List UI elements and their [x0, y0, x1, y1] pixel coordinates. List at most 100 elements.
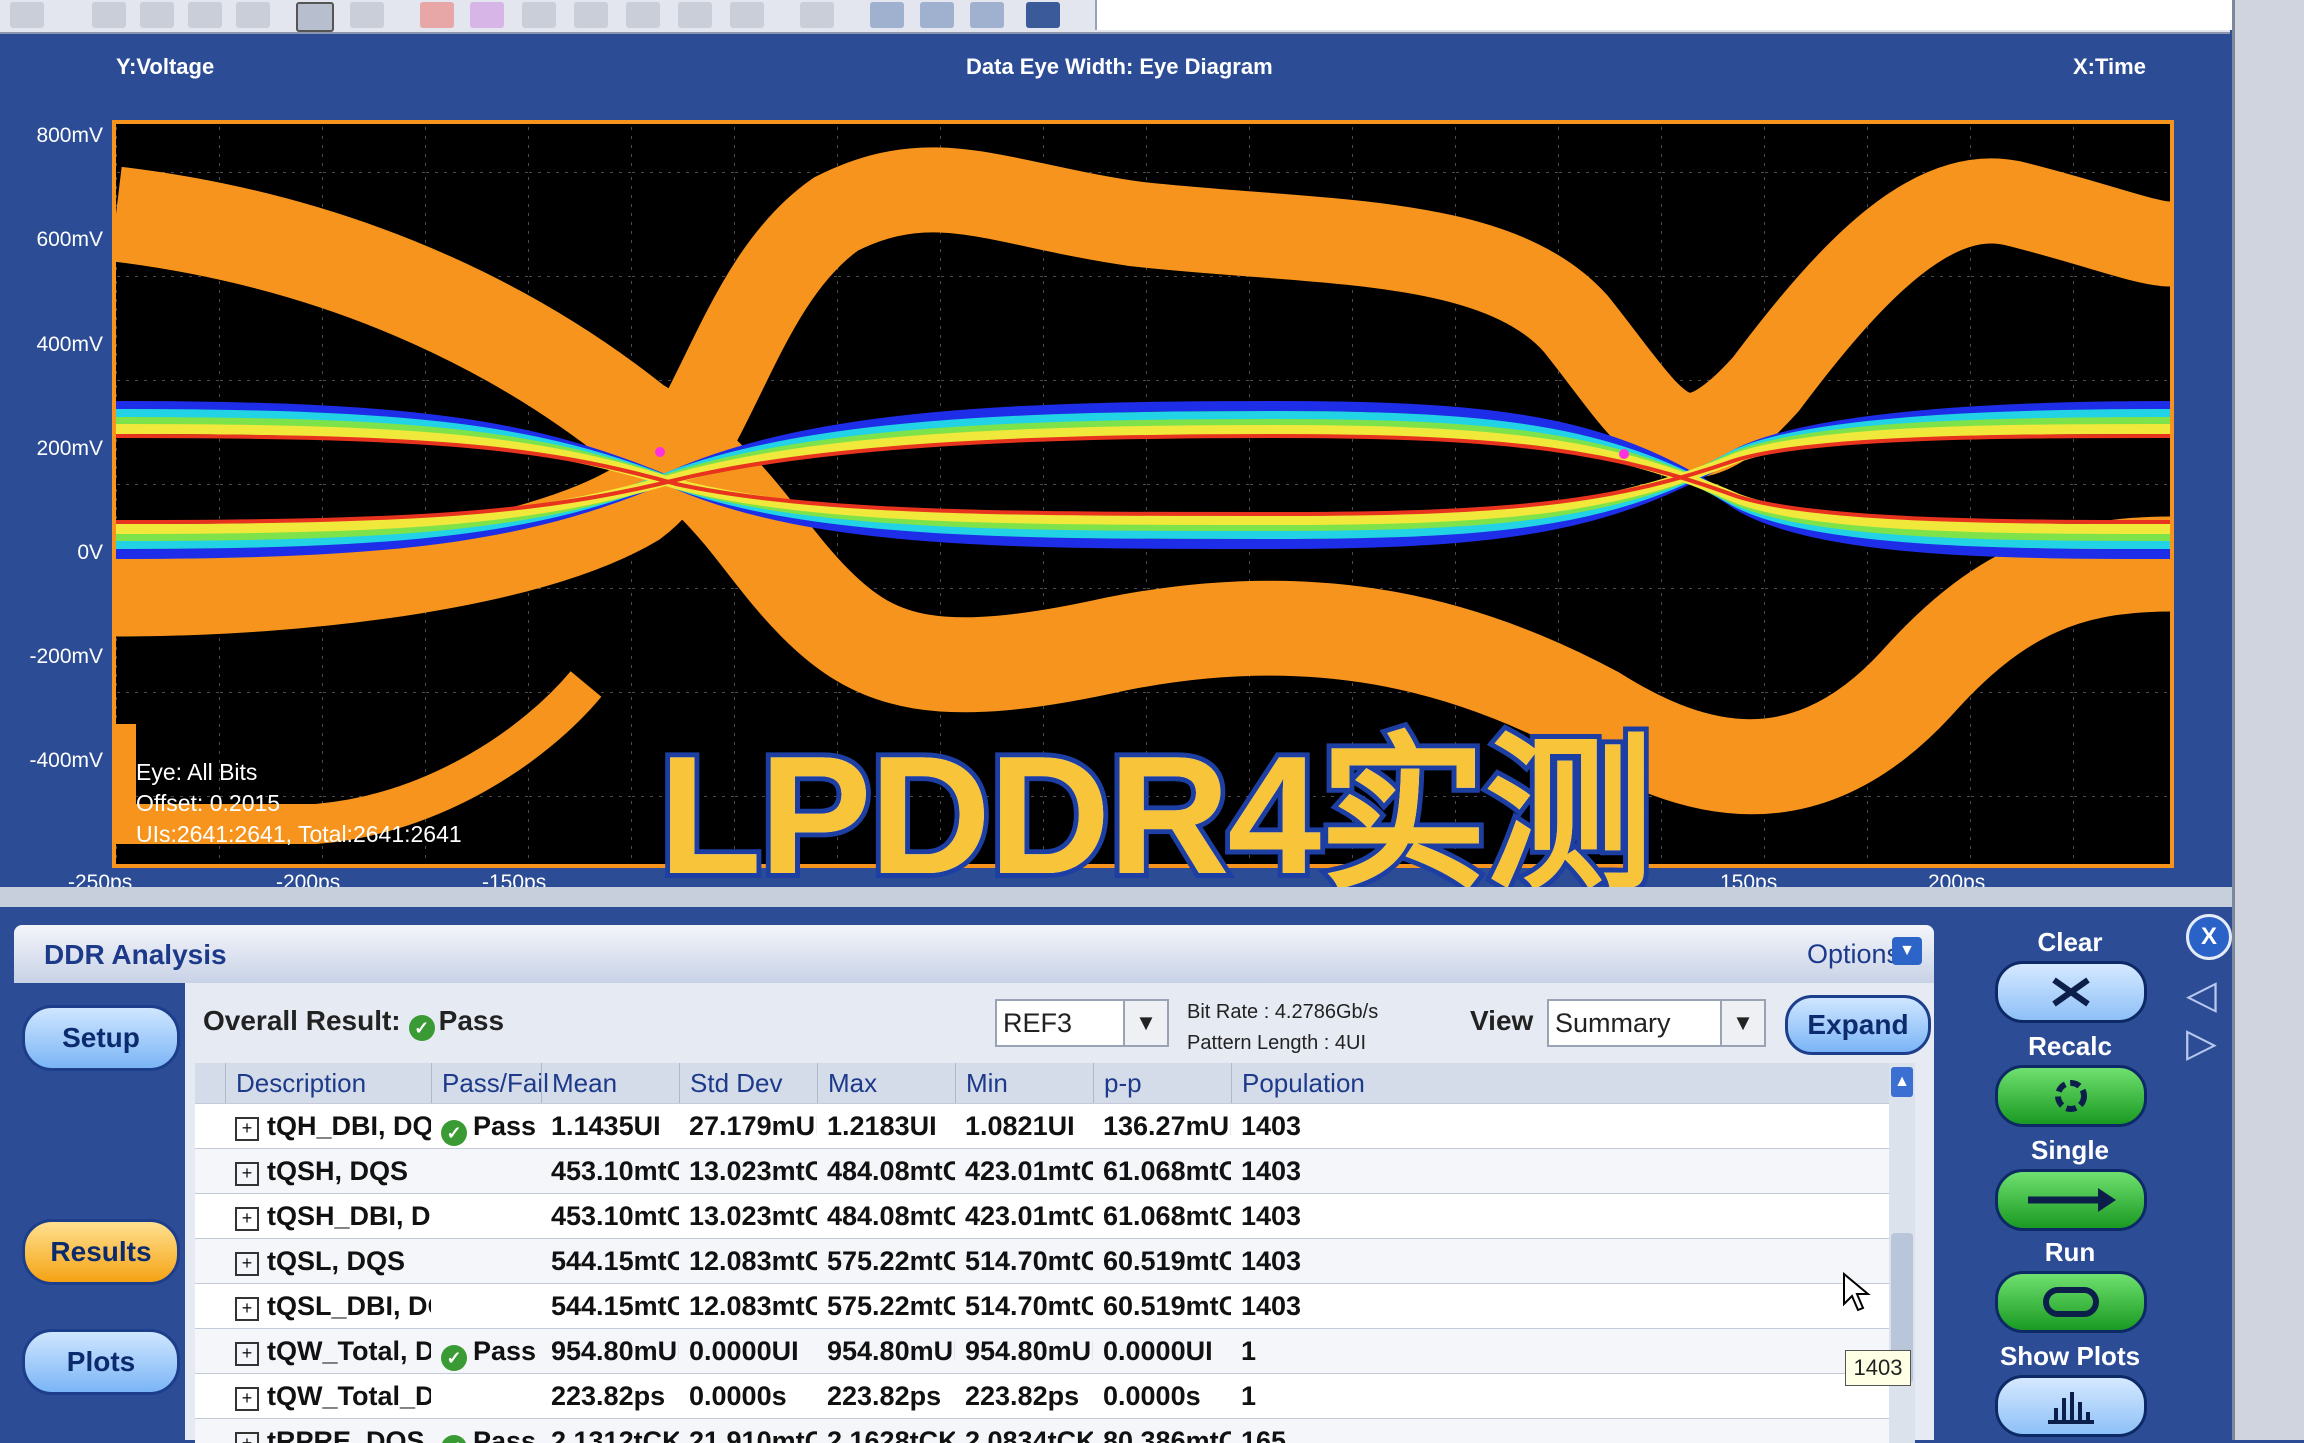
results-button[interactable]: Results [22, 1219, 180, 1285]
cell-description: + tQSL_DBI, DQS [225, 1284, 431, 1329]
cell-min: 2.0834tCK/a [965, 1426, 1093, 1443]
table-header: Description Pass/Fail Mean Std Dev Max M… [195, 1063, 1915, 1103]
bit-rate: Bit Rate : 4.2786Gb/s [1187, 1001, 1379, 1023]
table-row[interactable]: + tQSH, DQS 453.10mtCK... 13.023mtCK... 484.… [195, 1148, 1915, 1194]
overall-result: Overall Result: ✓ Pass [203, 1005, 504, 1041]
plot-tool-2-icon[interactable] [574, 2, 608, 28]
col-header-mean[interactable]: Mean [541, 1063, 679, 1103]
zoom-box-icon[interactable] [296, 2, 334, 32]
cell-std-dev: 13.023mtCK... [689, 1201, 817, 1231]
chevron-down-icon[interactable]: ▼ [1720, 1001, 1764, 1045]
col-header-description[interactable]: Description [225, 1063, 431, 1103]
cell-p-p: 61.068mtCK... [1103, 1201, 1231, 1231]
histogram-icon[interactable] [420, 2, 454, 28]
table-row[interactable]: + tQW_Total_DBI, DQ... 223.82ps 0.0000s 223.… [195, 1373, 1915, 1419]
pass-check-icon: ✓ [408, 1015, 435, 1041]
expand-row-icon[interactable]: + [235, 1252, 259, 1276]
loop-icon [2043, 1287, 2099, 1317]
row-description: tQSH, DQS [267, 1156, 409, 1186]
print-icon[interactable] [10, 2, 44, 28]
y-tick: -400mV [29, 749, 103, 772]
expand-row-icon[interactable]: + [235, 1432, 259, 1443]
zoom-fit-icon[interactable] [140, 2, 174, 28]
chevron-down-icon[interactable]: ▼ [1123, 1001, 1167, 1045]
cell-p-p: 61.068mtCK... [1103, 1156, 1231, 1186]
recalc-button[interactable] [1995, 1065, 2147, 1127]
hand-icon[interactable] [350, 2, 384, 28]
plot-tool-4-icon[interactable] [678, 2, 712, 28]
zoom-out-icon[interactable] [188, 2, 222, 28]
expand-row-icon[interactable]: + [235, 1207, 259, 1231]
plot-tool-3-icon[interactable] [626, 2, 660, 28]
panel-divider[interactable] [0, 887, 2232, 907]
cell-max: 2.1628tCK/a [827, 1426, 955, 1443]
single-button[interactable] [1995, 1169, 2147, 1231]
table-row[interactable]: + tRPRE, DQS ✓ Pass 2.1312tCK/a 21.910mtCK 2.1… [195, 1418, 1915, 1443]
table-row[interactable]: + tQSL_DBI, DQS 544.15mtCK... 12.083mtCK...… [195, 1283, 1915, 1329]
scroll-up-icon[interactable]: ▲ [1891, 1067, 1913, 1097]
expand-row-icon[interactable]: + [235, 1117, 259, 1141]
col-header-std-dev[interactable]: Std Dev [679, 1063, 817, 1103]
col-header-min[interactable]: Min [955, 1063, 1093, 1103]
cell-min: 1.0821UI [965, 1111, 1075, 1141]
cell-p-p: 136.27mUI [1103, 1111, 1231, 1141]
plot-title: Data Eye Width: Eye Diagram [966, 54, 1273, 79]
cell-pass-fail: ✓Pass [431, 1104, 541, 1149]
options-menu[interactable]: Options [1807, 939, 1900, 970]
toolbar-field[interactable] [1095, 0, 2232, 30]
nav-right-icon[interactable]: ▷ [2186, 1020, 2217, 1066]
expand-row-icon[interactable]: + [235, 1342, 259, 1366]
cell-population: 1 [1241, 1336, 1257, 1366]
close-button[interactable]: X [2186, 914, 2232, 960]
top-icon[interactable] [1026, 2, 1060, 28]
plot-tool-5-icon[interactable] [730, 2, 764, 28]
results-table: Description Pass/Fail Mean Std Dev Max M… [195, 1063, 1915, 1443]
col-header-pass-fail[interactable]: Pass/Fail [431, 1063, 549, 1103]
wrench-icon[interactable] [800, 2, 834, 28]
cell-min: 954.80mUI [965, 1336, 1093, 1366]
cell-min: 514.70mtCK... [965, 1246, 1093, 1276]
clear-x-icon [2052, 977, 2090, 1007]
export-up-icon[interactable] [920, 2, 954, 28]
cell-population: 1403 [1241, 1156, 1302, 1186]
table-scrollbar[interactable]: ▲ [1889, 1063, 1915, 1443]
overall-result-label: Overall Result: [203, 1005, 401, 1036]
recalc-icon [2055, 1080, 2087, 1112]
table-row[interactable]: +tQW_Total, DQ, DQS✓Pass954.80mUI0.0000U… [195, 1328, 1915, 1374]
view-select[interactable]: Summary ▼ [1547, 999, 1766, 1047]
run-button[interactable] [1995, 1271, 2147, 1333]
pass-check-icon: ✓ [441, 1435, 467, 1443]
show-plots-button[interactable] [1995, 1375, 2147, 1437]
row-description: tQSL_DBI, DQS [267, 1291, 431, 1321]
nav-left-icon[interactable]: ◁ [2186, 972, 2217, 1018]
source-select[interactable]: REF3 ▼ [995, 999, 1169, 1047]
cell-pass-fail: ✓Pass [431, 1419, 541, 1443]
table-row[interactable]: + tQSH_DBI, DQS 453.10mtCK... 13.023mtCK...… [195, 1193, 1915, 1239]
eye-mask-icon[interactable] [470, 2, 504, 28]
eye-info-line: Offset: 0.2015 [136, 790, 281, 816]
cell-pass-fail [431, 1284, 541, 1329]
col-header-population[interactable]: Population [1231, 1063, 1365, 1103]
plot-tool-1-icon[interactable] [522, 2, 556, 28]
expand-row-icon[interactable]: + [235, 1297, 259, 1321]
row-description: tQSL, DQS [267, 1246, 406, 1276]
plots-button[interactable]: Plots [22, 1329, 180, 1395]
row-pass-fail: Pass [473, 1336, 537, 1366]
col-header-max[interactable]: Max [817, 1063, 955, 1103]
table-row[interactable]: + tQSL, DQS 544.15mtCK... 12.083mtCK... 575.… [195, 1238, 1915, 1284]
cell-max: 223.82ps [827, 1381, 942, 1411]
clear-button[interactable] [1995, 961, 2147, 1023]
undo-zoom-icon[interactable] [236, 2, 270, 28]
expand-row-icon[interactable]: + [235, 1162, 259, 1186]
zoom-in-icon[interactable] [92, 2, 126, 28]
expand-row-icon[interactable]: + [235, 1387, 259, 1411]
cell-population: 165 [1241, 1426, 1287, 1443]
export-bottom-icon[interactable] [970, 2, 1004, 28]
col-header-p-p[interactable]: p-p [1093, 1063, 1231, 1103]
setup-button[interactable]: Setup [22, 1005, 180, 1071]
export-down-icon[interactable] [870, 2, 904, 28]
expand-button[interactable]: Expand [1785, 995, 1931, 1055]
options-dropdown-icon[interactable]: ▼ [1892, 937, 1922, 965]
table-row[interactable]: +tQH_DBI, DQS, DQ✓Pass1.1435UI27.179mUI1… [195, 1103, 1915, 1149]
run-label: Run [2044, 1237, 2096, 1267]
